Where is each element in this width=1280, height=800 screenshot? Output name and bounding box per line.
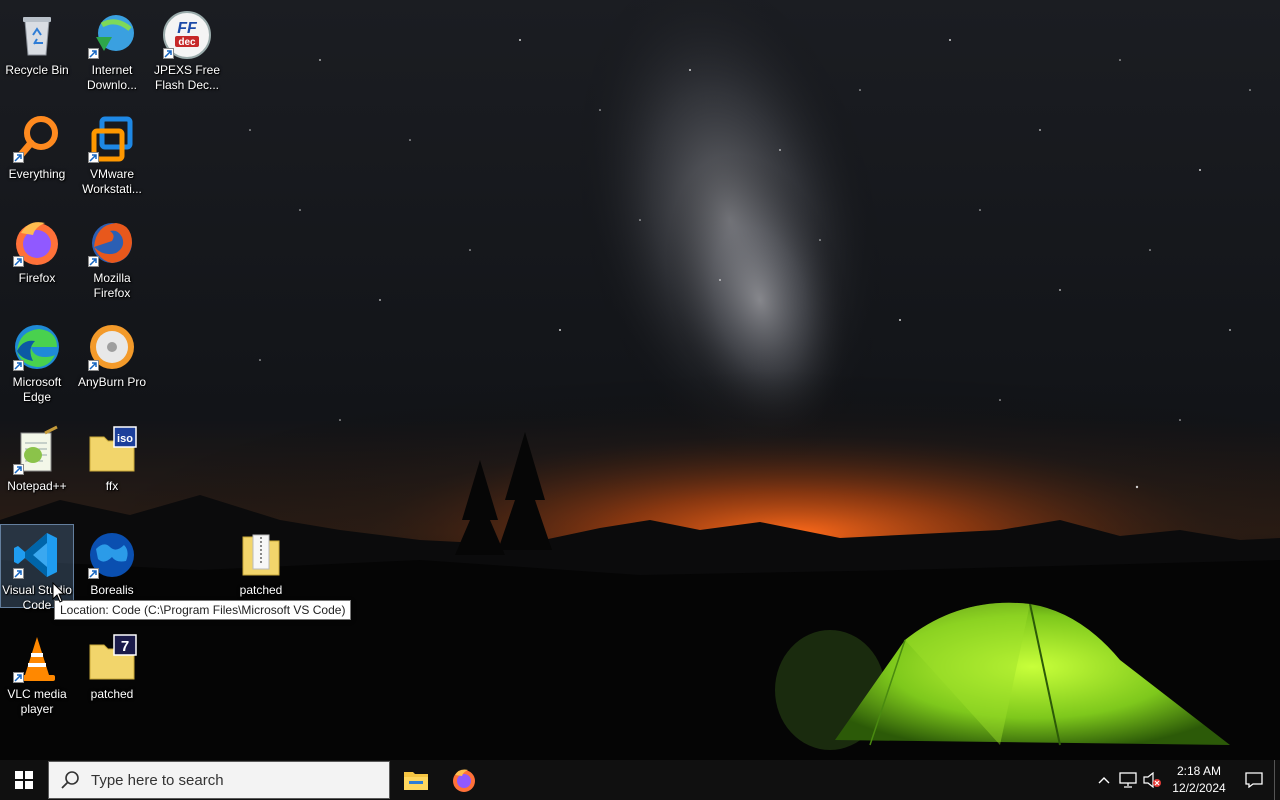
desktop-icon-label: JPEXS Free Flash Dec... [153,63,221,92]
shortcut-arrow-icon [88,152,99,163]
desktop-icon-borealis[interactable]: Borealis [75,524,149,599]
desktop-icon-mozilla-firefox[interactable]: Mozilla Firefox [75,212,149,302]
svg-text:FF: FF [177,20,198,37]
shortcut-arrow-icon [88,48,99,59]
clock-time: 2:18 AM [1176,764,1222,778]
svg-text:iso: iso [117,433,133,445]
taskbar: 2:18 AM 12/2/2024 [0,760,1280,800]
windows-logo-icon [15,771,33,789]
iso-folder-icon: iso [89,426,137,472]
clock-date: 12/2/2024 [1172,781,1226,795]
volume-muted-icon [1143,772,1161,788]
desktop-icon-patched-7z[interactable]: 7 patched [75,628,149,703]
clock[interactable]: 2:18 AM 12/2/2024 [1164,763,1234,797]
desktop-icon-jpexs[interactable]: FF dec JPEXS Free Flash Dec... [150,4,224,94]
desktop-icon-recycle-bin[interactable]: Recycle Bin [0,4,74,79]
shortcut-arrow-icon [88,256,99,267]
desktop-icon-label: Internet Downlo... [86,63,138,92]
zip-folder-icon [242,534,280,576]
desktop-icon-label: Firefox [18,271,56,285]
system-tray: 2:18 AM 12/2/2024 [1092,760,1280,800]
desktop-icon-patched-zip[interactable]: patched [224,524,298,599]
svg-text:7: 7 [121,638,129,655]
show-desktop-button[interactable] [1274,760,1280,800]
desktop-icon-label: Recycle Bin [5,63,69,77]
taskbar-firefox[interactable] [440,760,488,800]
desktop-icon-label: patched [239,583,283,597]
shortcut-arrow-icon [13,360,24,371]
desktop-icon-firefox[interactable]: Firefox [0,212,74,287]
network-icon [1119,772,1137,788]
shortcut-arrow-icon [163,48,174,59]
chevron-up-icon [1098,777,1110,784]
desktop-icon-label: VMware Workstati... [82,167,142,196]
desktop-icon-vlc[interactable]: VLC media player [0,628,74,718]
shortcut-arrow-icon [13,256,24,267]
shortcut-arrow-icon [88,360,99,371]
desktop-icon-internet-download-manager[interactable]: Internet Downlo... [75,4,149,94]
desktop-icon-label: Mozilla Firefox [93,271,131,300]
start-button[interactable] [0,760,48,800]
desktop-wallpaper [0,0,1280,760]
mouse-cursor-icon [52,582,66,603]
desktop-icon-label: Microsoft Edge [12,375,62,404]
desktop-icon-anyburn[interactable]: AnyBurn Pro [75,316,149,391]
taskbar-search-box[interactable] [48,761,390,799]
taskbar-file-explorer[interactable] [392,760,440,800]
file-explorer-icon [404,772,428,790]
shortcut-arrow-icon [13,672,24,683]
shortcut-arrow-icon [13,464,24,475]
volume-button[interactable] [1140,760,1164,800]
desktop-icon-notepad-plus-plus[interactable]: Notepad++ [0,420,74,495]
shortcut-arrow-icon [13,152,24,163]
firefox-icon [453,769,475,792]
7z-folder-icon: 7 [89,634,137,680]
desktop-icon-label: patched [90,687,134,701]
notification-icon [1245,772,1263,788]
desktop-icon-label: AnyBurn Pro [77,375,147,389]
show-hidden-icons-button[interactable] [1092,760,1116,800]
desktop-icon-label: ffx [105,479,119,493]
desktop-icon-everything[interactable]: Everything [0,108,74,183]
desktop-icon-ffx[interactable]: iso ffx [75,420,149,495]
desktop-icon-label: Borealis [90,583,134,597]
svg-text:dec: dec [178,37,196,48]
tooltip: Location: Code (C:\Program Files\Microso… [54,600,352,620]
shortcut-arrow-icon [88,568,99,579]
desktop-icon-label: Notepad++ [7,479,67,493]
desktop-icon-microsoft-edge[interactable]: Microsoft Edge [0,316,74,406]
recycle-bin-icon [23,17,51,56]
action-center-button[interactable] [1234,760,1274,800]
shortcut-arrow-icon [13,568,24,579]
search-icon [61,771,79,789]
desktop-icon-label: VLC media player [7,687,67,716]
desktop-icon-label: Everything [8,167,66,181]
network-button[interactable] [1116,760,1140,800]
desktop-icon-vmware[interactable]: VMware Workstati... [75,108,149,198]
search-input[interactable] [89,770,363,790]
